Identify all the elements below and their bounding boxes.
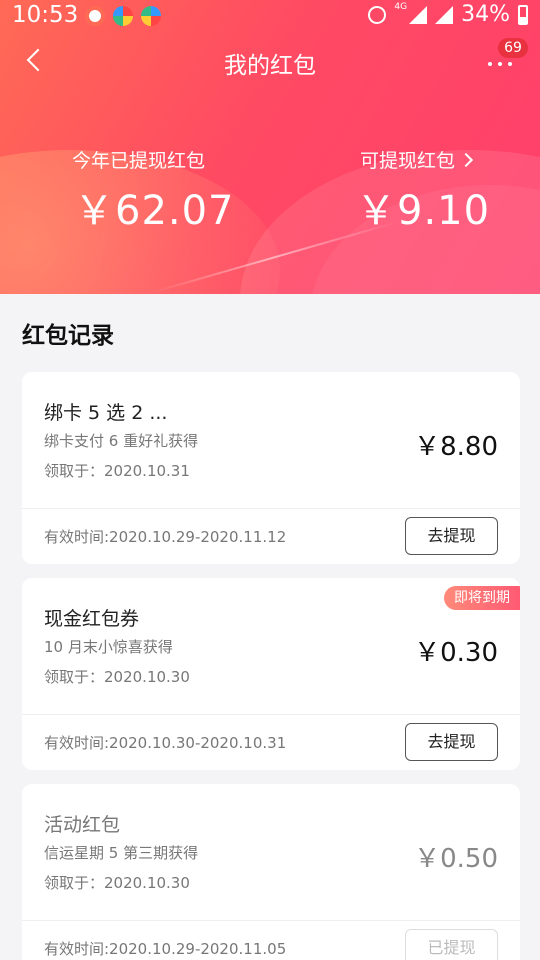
record-desc: 10 月末小惊喜获得 [44, 638, 173, 656]
record-name: 绑卡 5 选 2 ... [44, 402, 168, 424]
withdraw-button[interactable]: 去提现 [405, 723, 498, 761]
alarm-icon [368, 5, 387, 24]
more-dot-icon [498, 62, 502, 66]
available-amount: ￥9.10 [356, 188, 491, 234]
header-banner: 10:53 4G 34% 我的红包 69 今年已提现红包 ￥62.07 可提现红… [0, 0, 540, 294]
app-notification-icon [85, 6, 105, 26]
record-amount: ￥0.30 [414, 638, 498, 668]
records-section-title: 红包记录 [22, 323, 114, 349]
record-card: 绑卡 5 选 2 ... 绑卡支付 6 重好礼获得 领取于：2020.10.31… [22, 372, 520, 564]
app-color-icon-2 [141, 6, 161, 26]
network-label: 4G [394, 1, 408, 12]
available-label: 可提现红包 [360, 150, 456, 172]
record-amount: ￥0.50 [414, 844, 498, 874]
battery-percent: 34% [461, 2, 510, 27]
status-time: 10:53 [12, 2, 79, 28]
signal-icon [409, 5, 428, 24]
record-valid-period: 有效时间:2020.10.29-2020.11.12 [44, 528, 287, 546]
record-valid-period: 有效时间:2020.10.29-2020.11.05 [44, 940, 287, 958]
record-date: 领取于：2020.10.30 [44, 668, 190, 686]
record-desc: 绑卡支付 6 重好礼获得 [44, 432, 199, 450]
record-desc: 信运星期 5 第三期获得 [44, 844, 199, 862]
record-date: 领取于：2020.10.30 [44, 874, 190, 892]
record-card: 即将到期 现金红包券 10 月末小惊喜获得 领取于：2020.10.30 ￥0.… [22, 578, 520, 770]
card-divider [22, 714, 520, 715]
card-divider [22, 920, 520, 921]
chevron-right-icon [458, 152, 474, 168]
record-name: 活动红包 [44, 814, 121, 836]
status-app-icons [85, 6, 161, 26]
more-dot-icon [508, 62, 512, 66]
record-name: 现金红包券 [44, 608, 140, 630]
card-divider [22, 508, 520, 509]
withdraw-button[interactable]: 去提现 [405, 517, 498, 555]
app-color-icon-1 [113, 6, 133, 26]
expiring-tag: 即将到期 [444, 586, 520, 610]
record-date: 领取于：2020.10.31 [44, 462, 190, 480]
message-badge: 69 [498, 38, 528, 58]
withdrawn-amount: ￥62.07 [74, 188, 235, 234]
withdrawn-button: 已提现 [405, 929, 498, 960]
status-bar: 10:53 4G 34% [0, 0, 540, 32]
record-amount: ￥8.80 [414, 432, 498, 462]
battery-icon [518, 4, 528, 25]
record-card: 活动红包 信运星期 5 第三期获得 领取于：2020.10.30 ￥0.50 有… [22, 784, 520, 960]
more-dot-icon [488, 62, 492, 66]
signal-icon-2 [435, 5, 454, 24]
record-valid-period: 有效时间:2020.10.30-2020.10.31 [44, 734, 287, 752]
page-title: 我的红包 [224, 53, 316, 79]
status-right: 4G 34% [368, 2, 528, 27]
available-link[interactable]: 可提现红包 [360, 146, 474, 173]
withdrawn-label: 今年已提现红包 [72, 150, 206, 172]
